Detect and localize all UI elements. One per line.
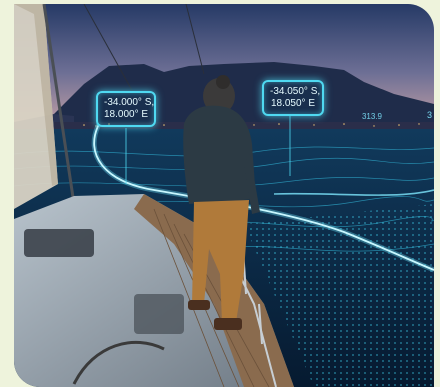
- coordinate-label-1-lat: -34.000° S,: [104, 97, 155, 108]
- photo-frame: -34.000° S, 18.000° E -34.050° S, 18.050…: [14, 4, 434, 387]
- distant-readout-edge: 3: [426, 110, 432, 120]
- coordinate-label-1: -34.000° S, 18.000° E: [96, 91, 156, 127]
- distant-readout: 313.9: [361, 112, 382, 121]
- coordinate-label-2-lon: 18.050° E: [270, 98, 316, 109]
- coordinate-label-2-lat: -34.050° S,: [270, 86, 321, 97]
- coordinate-label-1-lon: 18.000° E: [104, 109, 149, 120]
- coordinate-label-2: -34.050° S, 18.050° E: [262, 80, 324, 116]
- sailing-scene-image: [14, 4, 434, 387]
